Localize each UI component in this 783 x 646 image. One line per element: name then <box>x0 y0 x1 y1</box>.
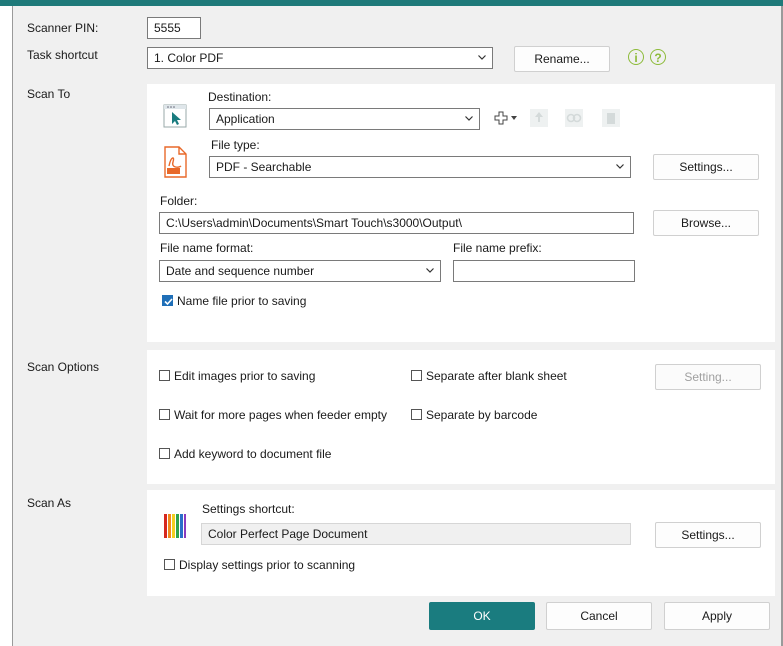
separate-blank-label: Separate after blank sheet <box>426 369 567 383</box>
task-shortcut-label: Task shortcut <box>27 48 98 62</box>
file-name-prefix-input[interactable] <box>453 260 635 282</box>
delete-icon[interactable] <box>601 108 621 128</box>
scan-to-label: Scan To <box>27 87 71 101</box>
file-type-value: PDF - Searchable <box>216 160 312 174</box>
destination-label: Destination: <box>208 90 272 104</box>
wait-more-pages-label: Wait for more pages when feeder empty <box>174 408 387 422</box>
cursor-window-icon <box>163 104 187 128</box>
cancel-button[interactable]: Cancel <box>546 602 652 630</box>
edit-images-label: Edit images prior to saving <box>174 369 316 383</box>
task-shortcut-value: 1. Color PDF <box>154 51 224 65</box>
chevron-down-icon <box>426 268 434 273</box>
upload-icon[interactable] <box>529 108 549 128</box>
chevron-down-icon <box>616 164 624 169</box>
scan-as-label: Scan As <box>27 496 72 510</box>
separate-barcode-checkbox[interactable] <box>411 409 422 420</box>
scan-options-label: Scan Options <box>27 360 100 374</box>
chevron-down-icon <box>478 55 486 60</box>
rename-button[interactable]: Rename... <box>514 46 610 72</box>
name-file-prior-label: Name file prior to saving <box>177 294 307 308</box>
edit-images-checkbox[interactable] <box>159 370 170 381</box>
color-bars-icon <box>164 514 186 538</box>
add-keyword-checkbox[interactable] <box>159 448 170 459</box>
file-name-prefix-label: File name prefix: <box>453 241 542 255</box>
file-type-label: File type: <box>211 138 260 152</box>
separate-blank-checkbox[interactable] <box>411 370 422 381</box>
add-keyword-label: Add keyword to document file <box>174 447 332 461</box>
task-shortcut-select[interactable]: 1. Color PDF <box>147 47 493 69</box>
scan-as-settings-button[interactable]: Settings... <box>655 522 761 548</box>
separation-setting-button[interactable]: Setting... <box>655 364 761 390</box>
pdf-icon <box>164 146 187 178</box>
add-destination-icon <box>494 111 517 125</box>
display-settings-label: Display settings prior to scanning <box>179 558 356 572</box>
scanner-pin-input[interactable]: 5555 <box>147 17 201 39</box>
folder-label: Folder: <box>160 194 198 208</box>
file-type-select[interactable]: PDF - Searchable <box>209 156 631 178</box>
folder-path-input[interactable]: C:\Users\admin\Documents\Smart Touch\s30… <box>159 212 634 234</box>
separate-barcode-label: Separate by barcode <box>426 408 538 422</box>
apply-button[interactable]: Apply <box>664 602 770 630</box>
file-name-format-select[interactable]: Date and sequence number <box>159 260 441 282</box>
settings-shortcut-field[interactable]: Color Perfect Page Document <box>201 523 631 545</box>
scanner-pin-label: Scanner PIN: <box>27 21 99 35</box>
file-name-format-label: File name format: <box>160 241 254 255</box>
display-settings-checkbox[interactable] <box>164 559 175 570</box>
info-icon[interactable]: i <box>628 49 644 65</box>
name-file-prior-checkbox[interactable] <box>162 295 173 306</box>
help-icon[interactable]: ? <box>650 49 666 65</box>
destination-select[interactable]: Application <box>209 108 480 130</box>
link-icon[interactable] <box>564 108 584 128</box>
chevron-down-icon <box>465 116 473 121</box>
settings-shortcut-label: Settings shortcut: <box>202 502 295 516</box>
file-type-settings-button[interactable]: Settings... <box>653 154 759 180</box>
add-destination-button[interactable] <box>494 110 524 128</box>
file-name-format-value: Date and sequence number <box>166 264 315 278</box>
checkmark-icon <box>164 298 173 306</box>
ok-button[interactable]: OK <box>429 602 535 630</box>
wait-more-pages-checkbox[interactable] <box>159 409 170 420</box>
task-settings-dialog: Scanner PIN: 5555 Task shortcut 1. Color… <box>13 6 781 646</box>
browse-button[interactable]: Browse... <box>653 210 759 236</box>
destination-value: Application <box>216 112 275 126</box>
